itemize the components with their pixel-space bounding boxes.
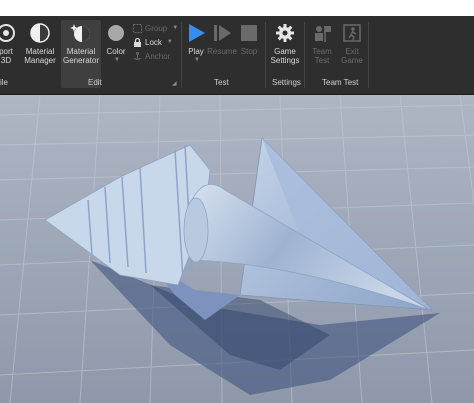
settings-group-label: Settings bbox=[272, 78, 301, 87]
gear-icon bbox=[274, 22, 296, 44]
separator bbox=[304, 22, 305, 88]
anchor-icon bbox=[133, 51, 142, 61]
anchor-button[interactable]: Anchor bbox=[133, 50, 170, 62]
cone-base bbox=[183, 197, 209, 263]
team-test-icon bbox=[311, 22, 333, 44]
exit-game-label-1: Exit bbox=[345, 47, 359, 56]
color-swatch-icon bbox=[105, 22, 127, 44]
lock-button[interactable]: Lock ▼ bbox=[133, 36, 173, 48]
edit-group-expand-icon[interactable]: ◢ bbox=[172, 80, 177, 87]
group-dropdown-icon[interactable]: ▼ bbox=[172, 25, 178, 31]
game-settings-label-2: Settings bbox=[270, 56, 300, 65]
test-group-label: Test bbox=[214, 78, 229, 87]
color-label: Color bbox=[106, 47, 126, 56]
lock-label: Lock bbox=[145, 37, 162, 47]
stop-icon bbox=[238, 22, 260, 44]
material-manager-label-2: Manager bbox=[24, 56, 56, 65]
play-label: Play bbox=[188, 47, 204, 56]
material-generator-label-2: Generator bbox=[62, 56, 100, 65]
studio-ribbon: port 3D Material Manager Material Genera… bbox=[0, 16, 474, 95]
game-settings-label-1: Game bbox=[274, 47, 296, 56]
separator bbox=[368, 22, 369, 88]
separator bbox=[265, 22, 266, 88]
import-3d-label-1: port bbox=[0, 47, 13, 56]
play-dropdown-icon[interactable]: ▼ bbox=[194, 56, 200, 65]
exit-game-icon bbox=[341, 22, 363, 44]
file-group-label: ile bbox=[0, 78, 9, 87]
import-3d-icon bbox=[0, 22, 17, 44]
group-icon bbox=[133, 23, 142, 33]
color-button[interactable]: Color ▼ bbox=[103, 20, 129, 88]
exit-game-label-2: Game bbox=[341, 56, 363, 65]
anchor-label: Anchor bbox=[145, 51, 171, 61]
material-manager-label-1: Material bbox=[25, 47, 55, 56]
team-test-label-2: Test bbox=[314, 56, 330, 65]
resume-icon bbox=[211, 22, 233, 44]
import-3d-label-2: 3D bbox=[0, 56, 12, 65]
stop-label: Stop bbox=[240, 47, 258, 56]
viewport-scene bbox=[0, 95, 474, 403]
color-dropdown-icon[interactable]: ▼ bbox=[114, 56, 120, 65]
material-manager-button[interactable]: Material Manager bbox=[22, 20, 58, 88]
lock-dropdown-icon[interactable]: ▼ bbox=[167, 39, 173, 45]
material-manager-icon bbox=[29, 22, 51, 44]
3d-viewport[interactable] bbox=[0, 95, 474, 403]
team-test-group-label: Team Test bbox=[322, 78, 359, 87]
play-button[interactable]: Play ▼ bbox=[184, 20, 208, 88]
stop-button[interactable]: Stop bbox=[237, 20, 261, 88]
group-label: Group bbox=[145, 23, 168, 33]
material-generator-label-1: Material bbox=[66, 47, 96, 56]
team-test-label-1: Team bbox=[312, 47, 332, 56]
play-icon bbox=[185, 22, 207, 44]
lock-icon bbox=[133, 37, 142, 47]
group-button[interactable]: Group ▼ bbox=[133, 22, 178, 34]
material-generator-icon bbox=[70, 22, 92, 44]
edit-group-label: Edit bbox=[88, 78, 102, 87]
separator bbox=[181, 22, 182, 88]
resume-label: Resume bbox=[207, 47, 237, 56]
window-top-strip bbox=[0, 0, 474, 16]
